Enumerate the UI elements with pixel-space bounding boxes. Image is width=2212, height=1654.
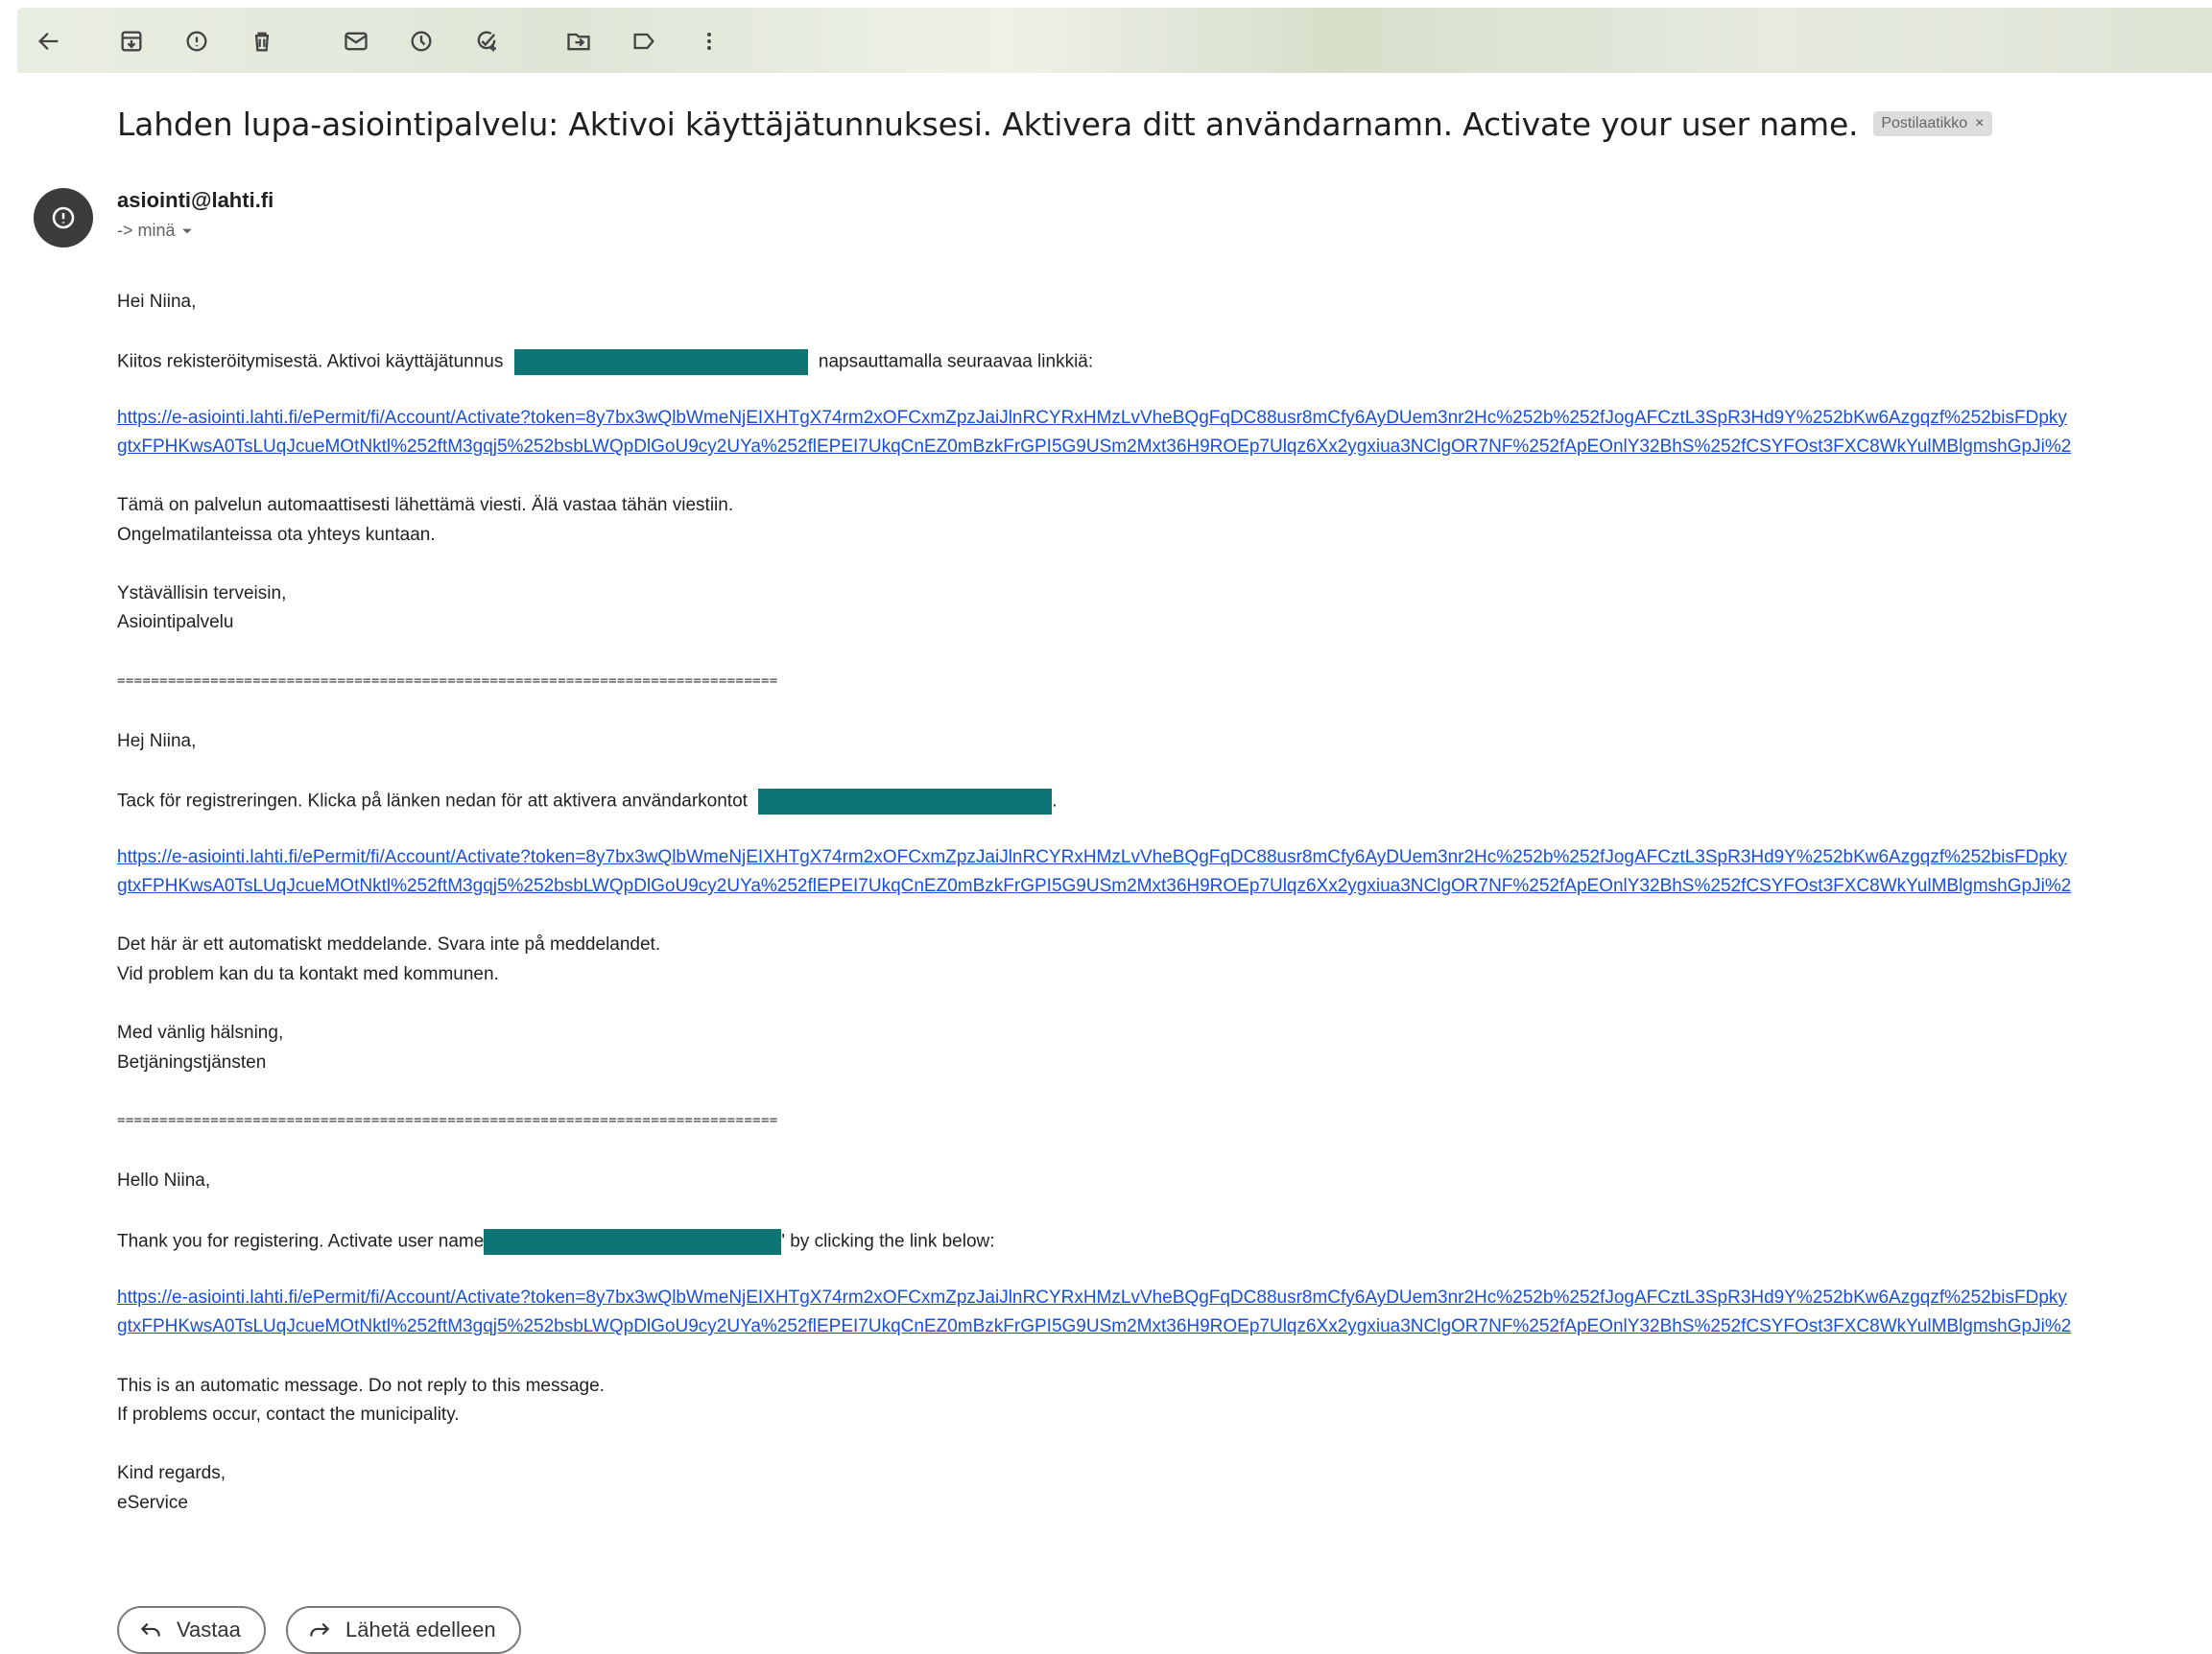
delete-icon[interactable] xyxy=(244,23,280,59)
inbox-label-chip[interactable]: Postilaatikko × xyxy=(1873,111,1992,136)
en-greeting: Hello Niina, xyxy=(117,1170,211,1191)
en-auto-note-1: This is an automatic message. Do not rep… xyxy=(117,1376,605,1396)
move-to-icon[interactable] xyxy=(560,23,597,59)
fi-thanks-line: Kiitos rekisteröitymisestä. Aktivoi käyt… xyxy=(117,349,1093,375)
fi-thanks-post: napsauttamalla seuraavaa linkkiä: xyxy=(818,351,1094,372)
info-icon xyxy=(52,206,75,229)
reply-label: Vastaa xyxy=(177,1618,241,1642)
en-auto-note-2: If problems occur, contact the municipal… xyxy=(117,1405,460,1425)
mark-unread-icon[interactable] xyxy=(338,23,374,59)
more-icon[interactable] xyxy=(691,23,727,59)
en-thanks-line: Thank you for registering. Activate user… xyxy=(117,1229,995,1255)
sv-regards: Med vänlig hälsning, xyxy=(117,1023,284,1043)
fi-regards: Ystävällisin terveisin, xyxy=(117,583,287,603)
archive-icon[interactable] xyxy=(113,23,150,59)
subject-row: Lahden lupa-asiointipalvelu: Aktivoi käy… xyxy=(117,100,1992,148)
add-task-icon[interactable] xyxy=(468,23,505,59)
sv-activation-link-2[interactable]: gtxFPHKwsA0TsLUqJcueMOtNktl%252ftM3gqj5%… xyxy=(117,876,2071,897)
en-thanks-post: ' by clicking the link below: xyxy=(781,1231,995,1252)
report-spam-icon[interactable] xyxy=(178,23,215,59)
en-signature: eService xyxy=(117,1493,188,1513)
remove-label-icon[interactable]: × xyxy=(1975,115,1984,132)
redacted-username xyxy=(484,1229,782,1255)
sv-auto-note-1: Det här är ett automatiskt meddelande. S… xyxy=(117,934,661,955)
sender-address: asiointi@lahti.fi xyxy=(117,188,274,212)
en-activation-link-1[interactable]: https://e-asiointi.lahti.fi/ePermit/fi/A… xyxy=(117,1288,2067,1309)
sv-thanks-post: . xyxy=(1052,791,1058,812)
label-icon[interactable] xyxy=(626,23,662,59)
sv-thanks-line: Tack för registreringen. Klicka på länke… xyxy=(117,789,1058,815)
en-regards: Kind regards, xyxy=(117,1463,226,1483)
back-arrow-icon[interactable] xyxy=(31,23,67,59)
en-activation-link-2[interactable]: gtxFPHKwsA0TsLUqJcueMOtNktl%252ftM3gqj5%… xyxy=(117,1316,2071,1337)
fi-auto-note-2: Ongelmatilanteissa ota yhteys kuntaan. xyxy=(117,525,436,545)
sv-auto-note-2: Vid problem kan du ta kontakt med kommun… xyxy=(117,964,499,984)
fi-auto-note-1: Tämä on palvelun automaattisesti lähettä… xyxy=(117,495,734,515)
chevron-down-icon[interactable] xyxy=(181,225,193,237)
email-subject: Lahden lupa-asiointipalvelu: Aktivoi käy… xyxy=(117,105,1859,143)
separator-2: ========================================… xyxy=(117,1113,778,1128)
fi-signature: Asiointipalvelu xyxy=(117,612,234,632)
fi-activation-link-1[interactable]: https://e-asiointi.lahti.fi/ePermit/fi/A… xyxy=(117,408,2067,429)
forward-label: Lähetä edelleen xyxy=(345,1618,496,1642)
redacted-username xyxy=(513,349,808,375)
redacted-username xyxy=(758,789,1053,815)
forward-button[interactable]: Lähetä edelleen xyxy=(286,1606,521,1654)
sv-thanks-pre: Tack för registreringen. Klicka på länke… xyxy=(117,791,748,812)
en-thanks-pre: Thank you for registering. Activate user… xyxy=(117,1231,485,1252)
forward-icon xyxy=(310,1622,330,1637)
toolbar xyxy=(17,8,2212,73)
recipient-line[interactable]: -> minä xyxy=(117,221,193,241)
reply-icon xyxy=(140,1622,160,1637)
sv-signature: Betjäningstjänsten xyxy=(117,1052,267,1073)
fi-thanks-pre: Kiitos rekisteröitymisestä. Aktivoi käyt… xyxy=(117,351,504,372)
sv-greeting: Hej Niina, xyxy=(117,731,197,751)
recipient-text: -> minä xyxy=(117,221,176,240)
sender-avatar[interactable] xyxy=(34,188,93,248)
inbox-label-text: Postilaatikko xyxy=(1881,115,1968,131)
snooze-icon[interactable] xyxy=(403,23,440,59)
separator-1: ========================================… xyxy=(117,673,778,689)
fi-activation-link-2[interactable]: gtxFPHKwsA0TsLUqJcueMOtNktl%252ftM3gqj5%… xyxy=(117,437,2071,458)
sv-activation-link-1[interactable]: https://e-asiointi.lahti.fi/ePermit/fi/A… xyxy=(117,847,2067,868)
fi-greeting: Hei Niina, xyxy=(117,292,197,312)
reply-button[interactable]: Vastaa xyxy=(117,1606,266,1654)
